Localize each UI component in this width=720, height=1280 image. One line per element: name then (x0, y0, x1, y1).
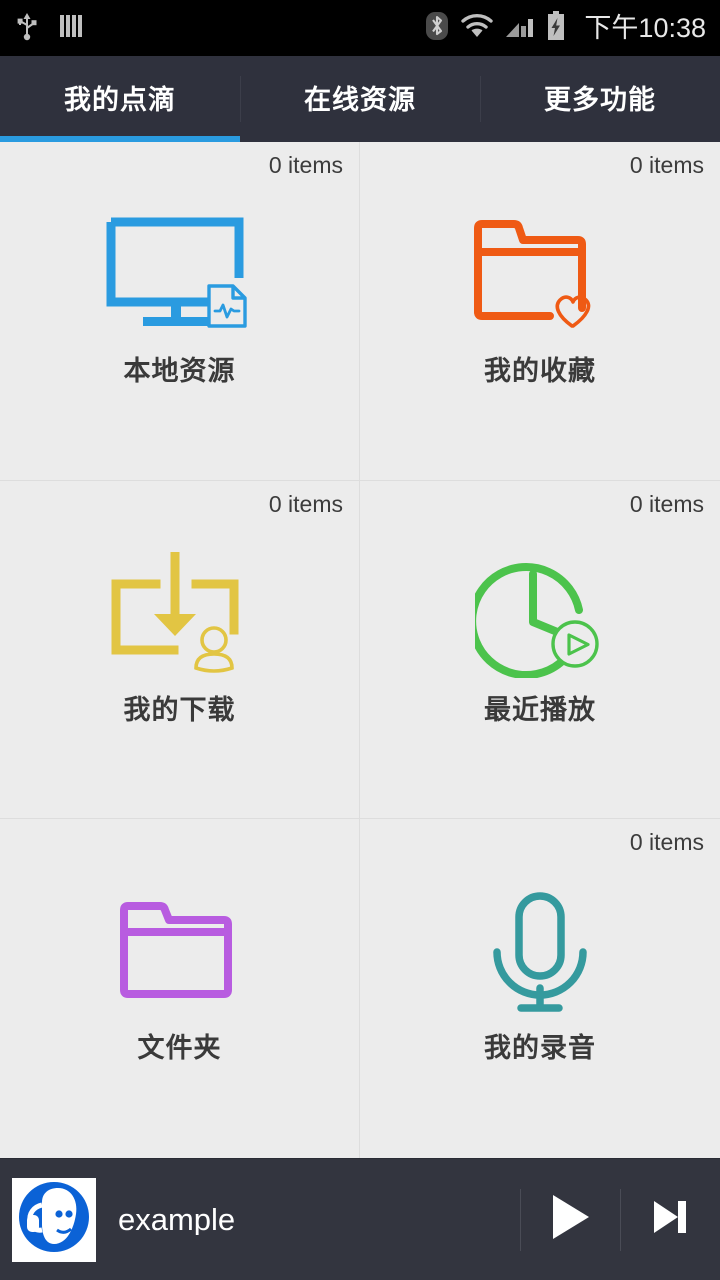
usb-icon (14, 11, 40, 46)
now-playing-title: example (118, 1204, 236, 1235)
tab-label: 我的点滴 (64, 84, 176, 115)
category-grid: 0 items 本地资源 0 items 我的收藏 0 items 我的下载 0… (0, 142, 720, 1158)
tab-label: 更多功能 (544, 84, 656, 115)
tab-label: 在线资源 (304, 84, 416, 115)
app-screen: 下午10:38 我的点滴 在线资源 更多功能 0 items 本地资源 0 it… (0, 0, 720, 1280)
status-bar-left-icons (14, 11, 84, 46)
status-bar-clock: 下午10:38 (584, 12, 706, 43)
cellular-signal-icon (505, 13, 535, 44)
play-button[interactable] (520, 1159, 620, 1280)
cell-label: 本地资源 (123, 356, 236, 386)
grid-cell-my-favorites[interactable]: 0 items 我的收藏 (360, 142, 720, 481)
tab-bar: 我的点滴 在线资源 更多功能 (0, 56, 720, 142)
mini-player-bar: example (0, 1158, 720, 1280)
cell-label: 最近播放 (484, 694, 596, 725)
grid-cell-folders[interactable]: 文件夹 (0, 819, 360, 1158)
album-art[interactable] (12, 1177, 96, 1262)
tab-my-stuff[interactable]: 我的点滴 (0, 56, 240, 142)
status-bar-right-icons: 下午10:38 (425, 10, 706, 46)
download-user-icon (110, 551, 250, 675)
bluetooth-icon (425, 11, 449, 46)
next-track-button[interactable] (620, 1159, 720, 1280)
wifi-icon (460, 13, 494, 44)
item-count: 0 items (268, 152, 343, 178)
status-bar: 下午10:38 (0, 0, 720, 56)
microphone-icon (485, 892, 595, 1013)
folder-icon (118, 893, 242, 1013)
grid-cell-local-resources[interactable]: 0 items 本地资源 (0, 142, 360, 481)
play-icon (547, 1192, 593, 1247)
battery-charging-icon (546, 10, 566, 46)
grid-cell-recently-played[interactable]: 0 items 最近播放 (360, 480, 720, 820)
next-track-icon (649, 1196, 691, 1243)
tab-online-resources[interactable]: 在线资源 (240, 56, 480, 142)
cell-label: 我的录音 (484, 1033, 596, 1064)
folder-heart-icon (470, 216, 610, 336)
grid-cell-my-downloads[interactable]: 0 items 我的下载 (0, 480, 360, 820)
vibrate-bars-icon (58, 13, 84, 44)
tab-more-features[interactable]: 更多功能 (480, 56, 720, 142)
item-count: 0 items (629, 490, 704, 517)
item-count: 0 items (268, 490, 343, 517)
headphones-avatar-icon (15, 1178, 93, 1261)
grid-cell-my-recordings[interactable]: 0 items 我的录音 (360, 819, 720, 1158)
monitor-file-icon (105, 216, 255, 336)
player-controls (520, 1159, 720, 1280)
cell-label: 文件夹 (137, 1033, 222, 1064)
clock-play-icon (475, 555, 605, 678)
cell-label: 我的收藏 (484, 356, 596, 386)
cell-label: 我的下载 (123, 694, 236, 725)
item-count: 0 items (629, 152, 704, 178)
item-count: 0 items (629, 829, 704, 856)
